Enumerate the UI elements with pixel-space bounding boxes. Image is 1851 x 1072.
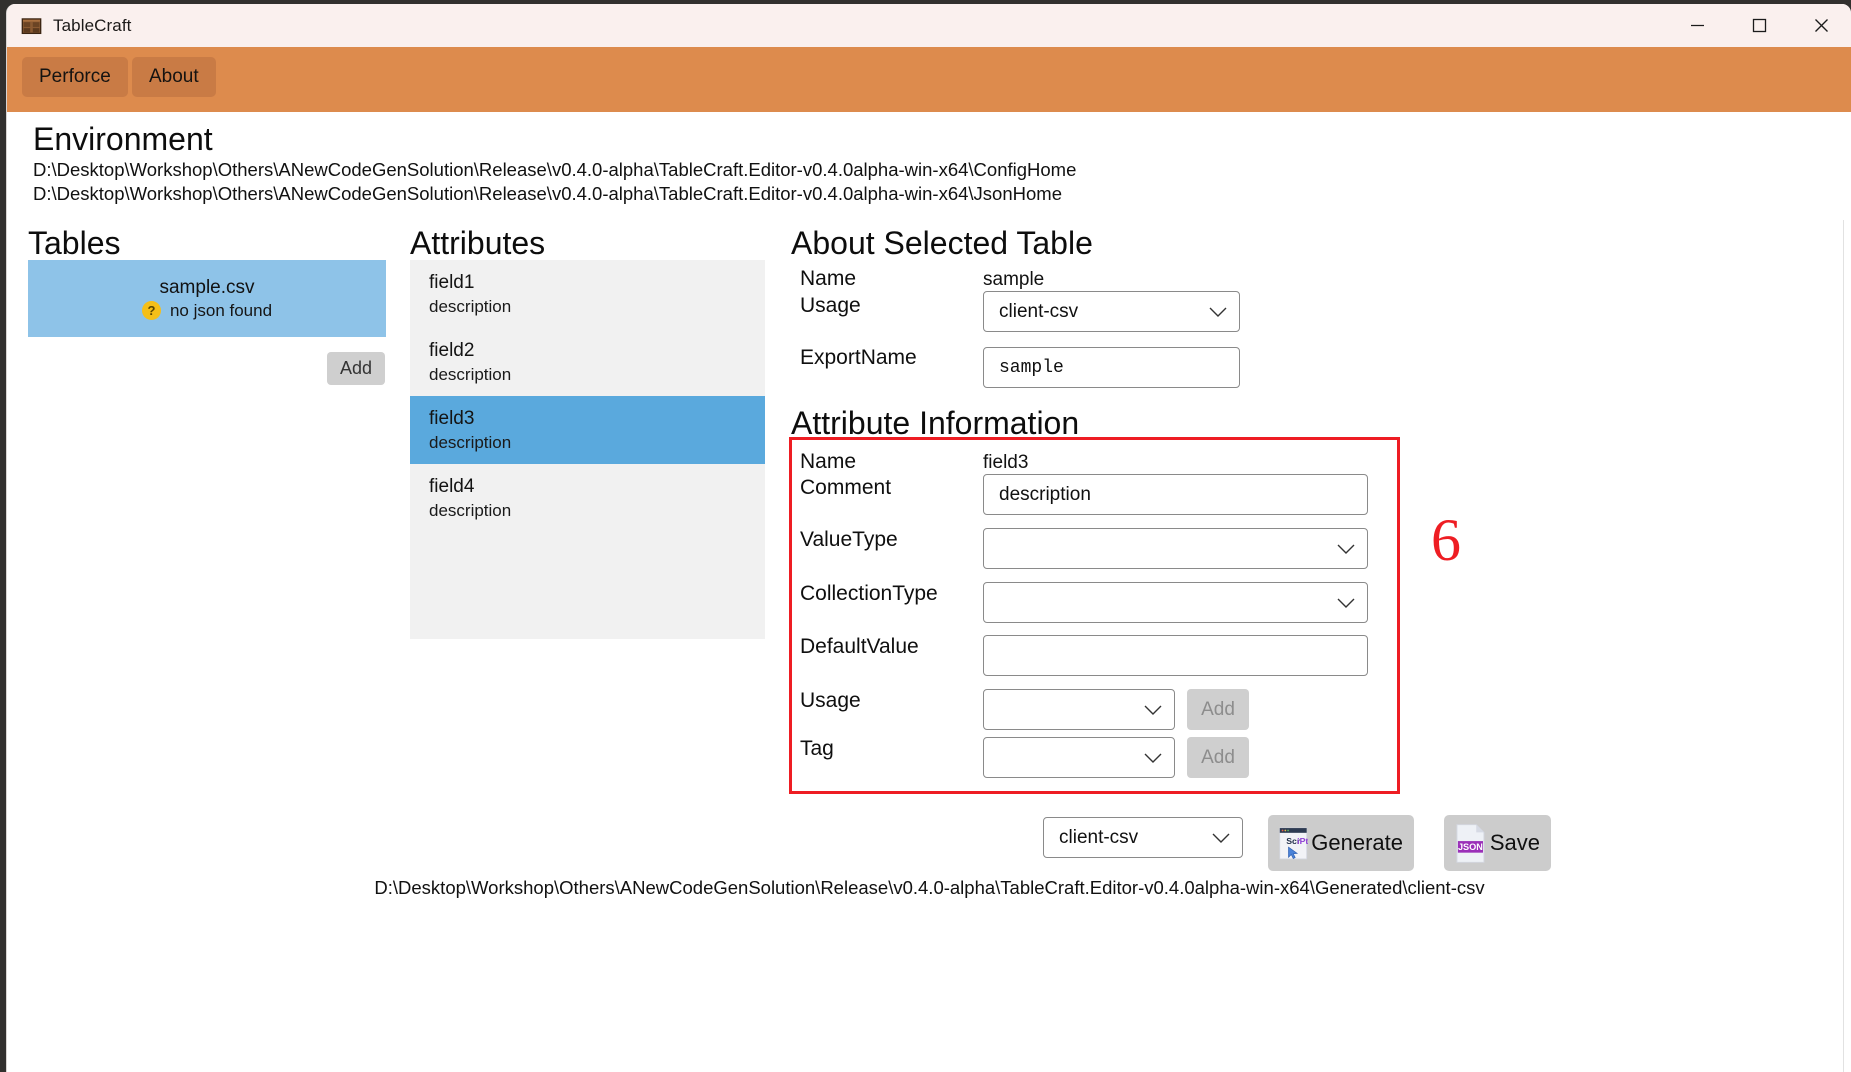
attributes-list[interactable]: field1 description field2 description fi… xyxy=(410,260,765,639)
status-bar-output-path: D:\Desktop\Workshop\Others\ANewCodeGenSo… xyxy=(374,877,1485,898)
chevron-down-icon xyxy=(1212,833,1230,843)
save-button-label: Save xyxy=(1489,830,1540,855)
add-table-button[interactable]: Add xyxy=(327,352,385,385)
table-name-value: sample xyxy=(983,269,1045,290)
table-list-item-status: ? no json found xyxy=(141,300,273,321)
attribute-name: field2 xyxy=(429,340,475,361)
vertical-scrollbar[interactable] xyxy=(1843,220,1851,1072)
script-icon: Scr iPt xyxy=(1279,827,1308,859)
attribute-collectiontype-dropdown[interactable] xyxy=(983,582,1368,623)
menu-item-about[interactable]: About xyxy=(132,57,216,97)
svg-text:iPt: iPt xyxy=(1297,835,1308,845)
add-usage-button[interactable]: Add xyxy=(1187,689,1249,730)
minimize-icon xyxy=(1690,24,1704,27)
generate-button[interactable]: Scr iPt Generate xyxy=(1268,815,1414,871)
main-content: Environment D:\Desktop\Workshop\Others\A… xyxy=(7,112,1851,1072)
table-usage-dropdown-value: client-csv xyxy=(999,300,1079,322)
attribute-usage-dropdown[interactable] xyxy=(983,689,1175,730)
chevron-down-icon xyxy=(1337,544,1355,554)
chevron-down-icon xyxy=(1144,705,1162,715)
save-button[interactable]: JSON Save xyxy=(1444,815,1551,871)
attribute-tag-dropdown[interactable] xyxy=(983,737,1175,778)
title-bar-left: TableCraft xyxy=(7,15,131,36)
maximize-button[interactable] xyxy=(1728,4,1790,47)
application-window: TableCraft Perforce About Environment D:… xyxy=(6,4,1851,1072)
attribute-comment-value: description xyxy=(999,483,1091,505)
attribute-defaultvalue-label: DefaultValue xyxy=(800,635,919,658)
attribute-list-item[interactable]: field2 description xyxy=(410,328,765,396)
tables-heading: Tables xyxy=(28,225,121,261)
attribute-valuetype-dropdown[interactable] xyxy=(983,528,1368,569)
main-toolbar: Perforce About xyxy=(7,47,1851,112)
generate-button-label: Generate xyxy=(1311,830,1403,855)
table-list-item-name[interactable]: sample.csv xyxy=(159,277,254,299)
attribute-name: field4 xyxy=(429,476,475,497)
attribute-list-item[interactable]: field4 description xyxy=(410,464,765,532)
output-usage-value: client-csv xyxy=(1059,826,1139,848)
attribute-name: field1 xyxy=(429,272,475,293)
menu-item-perforce[interactable]: Perforce xyxy=(22,57,128,97)
attribute-usage-label: Usage xyxy=(800,689,861,712)
attribute-description: description xyxy=(429,433,512,452)
attributes-heading: Attributes xyxy=(410,225,546,261)
table-usage-dropdown[interactable]: client-csv xyxy=(983,291,1240,332)
screen-root: TableCraft Perforce About Environment D:… xyxy=(0,0,1851,1072)
attribute-description: description xyxy=(429,365,512,384)
window-controls xyxy=(1666,4,1851,47)
chevron-down-icon xyxy=(1144,753,1162,763)
maximize-icon xyxy=(1752,18,1766,33)
attribute-list-item-selected[interactable]: field3 description xyxy=(410,396,765,464)
attribute-description: description xyxy=(429,297,512,316)
attribute-tag-label: Tag xyxy=(800,737,834,760)
json-file-icon: JSON xyxy=(1456,823,1485,863)
attribute-name-label: Name xyxy=(800,450,857,473)
title-bar: TableCraft xyxy=(7,4,1851,47)
environment-heading: Environment xyxy=(33,121,213,157)
table-name-label: Name xyxy=(800,267,857,290)
svg-text:JSON: JSON xyxy=(1458,842,1483,852)
environment-config-home-path: D:\Desktop\Workshop\Others\ANewCodeGenSo… xyxy=(33,159,1077,180)
crafting-table-icon xyxy=(21,18,42,35)
attribute-valuetype-label: ValueType xyxy=(800,528,898,551)
window-title: TableCraft xyxy=(53,15,132,35)
attribute-comment-input[interactable]: description xyxy=(983,474,1368,515)
tables-list: sample.csv ? no json found xyxy=(28,260,386,337)
output-usage-dropdown[interactable]: client-csv xyxy=(1043,817,1243,858)
chevron-down-icon xyxy=(1209,307,1227,317)
table-exportname-label: ExportName xyxy=(800,346,917,369)
attribute-comment-label: Comment xyxy=(800,476,892,499)
table-list-item-status-label: no json found xyxy=(169,300,273,320)
environment-json-home-path: D:\Desktop\Workshop\Others\ANewCodeGenSo… xyxy=(33,183,1062,204)
attribute-name: field3 xyxy=(429,408,475,429)
attribute-description: description xyxy=(429,501,512,520)
about-selected-table-heading: About Selected Table xyxy=(791,225,1093,261)
table-exportname-input[interactable]: sample xyxy=(983,347,1240,388)
chevron-down-icon xyxy=(1337,598,1355,608)
minimize-button[interactable] xyxy=(1666,4,1728,47)
attribute-collectiontype-label: CollectionType xyxy=(800,582,938,605)
question-warning-icon: ? xyxy=(141,301,161,320)
close-button[interactable] xyxy=(1790,4,1851,47)
attribute-defaultvalue-input[interactable] xyxy=(983,635,1368,676)
attribute-list-item[interactable]: field1 description xyxy=(410,260,765,328)
annotation-number: 6 xyxy=(1431,507,1461,573)
attribute-name-value: field3 xyxy=(983,452,1029,473)
close-icon xyxy=(1814,19,1828,32)
table-usage-label: Usage xyxy=(800,294,861,317)
table-exportname-value: sample xyxy=(999,357,1064,378)
add-tag-button[interactable]: Add xyxy=(1187,737,1249,778)
